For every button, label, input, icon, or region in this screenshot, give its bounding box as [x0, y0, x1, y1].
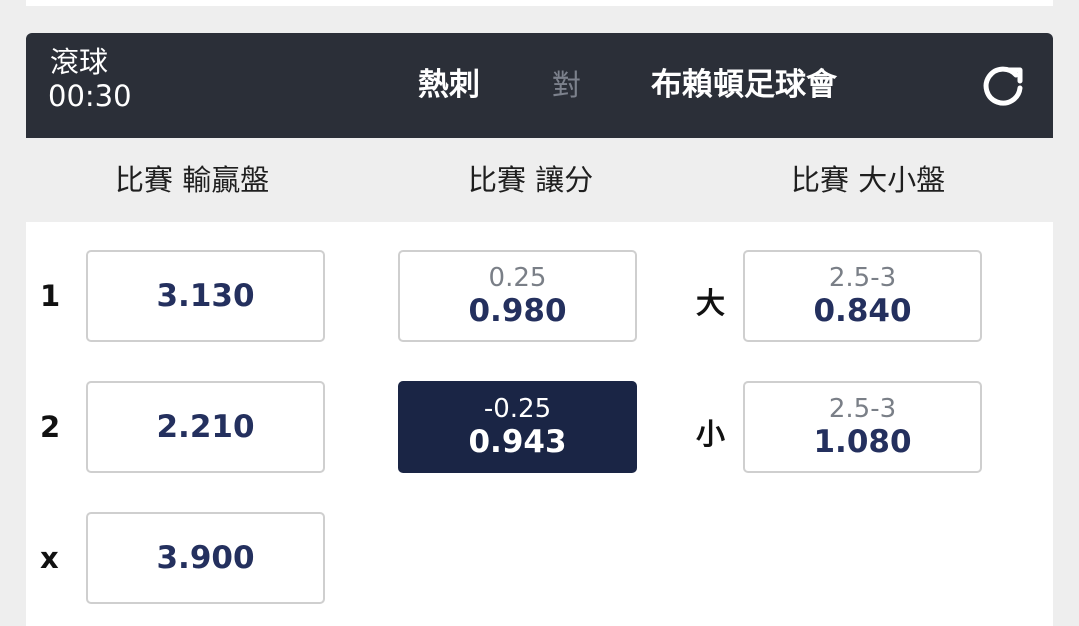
odds-button-total-over[interactable]: 2.5-3 0.840 [743, 250, 982, 342]
moneyline-title: 比賽 輸贏盤 [115, 163, 270, 197]
away-team: 布賴頓足球會 [651, 67, 837, 103]
total-line: 2.5-3 [828, 394, 897, 424]
odds-button-total-under[interactable]: 2.5-3 1.080 [743, 381, 982, 473]
total-line: 2.5-3 [828, 263, 897, 293]
total-title: 比賽 大小盤 [791, 163, 946, 197]
odds-grid: 1 3.130 2 2.210 x 3.900 0.25 0.980 -0.25… [26, 222, 1053, 626]
live-label: 滾球 [50, 45, 109, 79]
match-clock: 00:30 [48, 79, 132, 113]
moneyline-label-x: x [40, 541, 59, 575]
vs-label: 對 [552, 68, 582, 102]
odds-price: 2.210 [156, 409, 255, 445]
total-label-under: 小 [696, 417, 726, 451]
odds-button-handicap-2-selected[interactable]: -0.25 0.943 [398, 381, 637, 473]
odds-price: 0.980 [468, 293, 567, 329]
moneyline-label-2: 2 [40, 410, 61, 444]
home-team: 熱刺 [418, 67, 480, 103]
handicap-title: 比賽 讓分 [468, 163, 594, 197]
handicap-line: 0.25 [488, 263, 547, 293]
odds-button-moneyline-x[interactable]: 3.900 [86, 512, 325, 604]
odds-button-handicap-1[interactable]: 0.25 0.980 [398, 250, 637, 342]
refresh-icon [983, 66, 1023, 106]
moneyline-label-1: 1 [40, 279, 61, 313]
handicap-line: -0.25 [483, 394, 552, 424]
odds-price: 0.943 [468, 424, 567, 460]
total-label-over: 大 [696, 286, 726, 320]
odds-price: 0.840 [813, 293, 912, 329]
previous-card-bottom [26, 0, 1053, 6]
odds-price: 3.130 [156, 278, 255, 314]
odds-button-moneyline-1[interactable]: 3.130 [86, 250, 325, 342]
live-status: 滾球 00:30 [48, 45, 132, 113]
refresh-button[interactable] [974, 57, 1032, 115]
odds-price: 1.080 [813, 424, 912, 460]
match-header: 滾球 00:30 熱刺 對 布賴頓足球會 [26, 33, 1053, 138]
odds-price: 3.900 [156, 540, 255, 576]
odds-button-moneyline-2[interactable]: 2.210 [86, 381, 325, 473]
market-column-headers: 比賽 輸贏盤 比賽 讓分 比賽 大小盤 [26, 138, 1053, 222]
